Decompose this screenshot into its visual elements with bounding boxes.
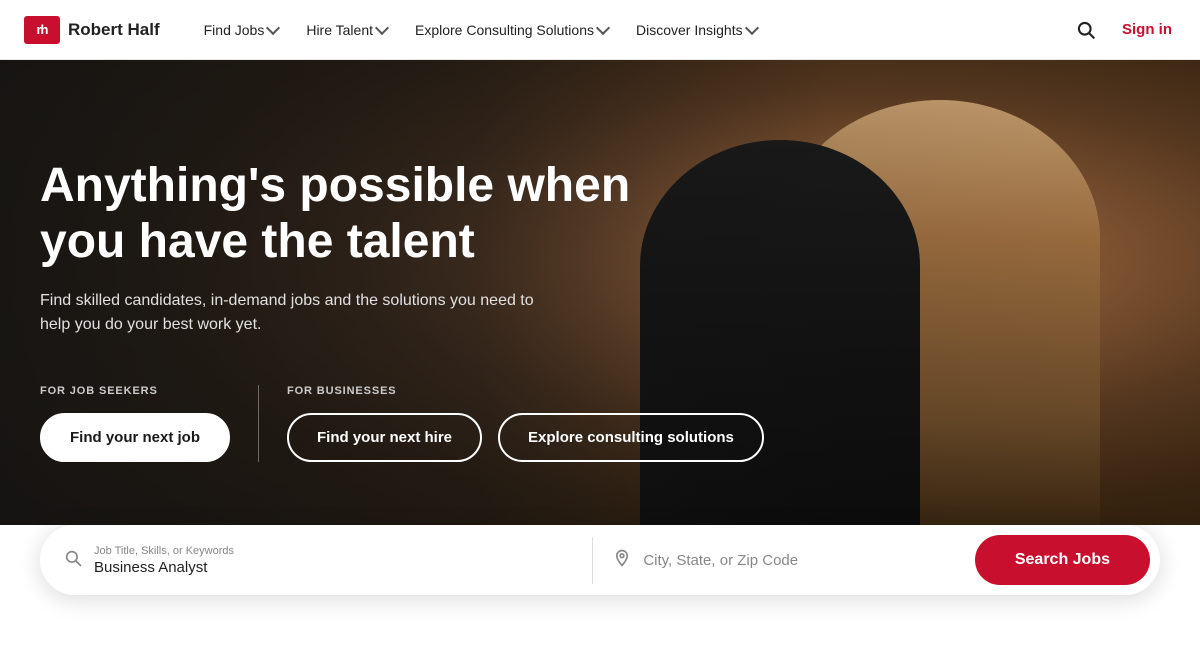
hero-content: Anything's possible when you have the ta… [0, 60, 1200, 560]
hero-subtext: Find skilled candidates, in-demand jobs … [40, 289, 560, 337]
job-search-field[interactable]: Job Title, Skills, or Keywords Business … [60, 537, 593, 584]
job-field-inner: Job Title, Skills, or Keywords Business … [94, 545, 234, 576]
hero-cta-row: FOR JOB SEEKERS Find your next job FOR B… [40, 385, 1160, 462]
find-next-hire-button[interactable]: Find your next hire [287, 413, 482, 462]
for-job-seekers-label: FOR JOB SEEKERS [40, 385, 230, 397]
logo-area[interactable]: rh Robert Half [24, 16, 160, 44]
main-nav: Find Jobs Hire Talent Explore Consulting… [192, 14, 1070, 46]
job-seekers-group: FOR JOB SEEKERS Find your next job [40, 385, 230, 462]
location-placeholder[interactable]: City, State, or Zip Code [643, 552, 798, 569]
cta-divider [258, 385, 259, 462]
location-field[interactable]: City, State, or Zip Code [593, 541, 975, 580]
search-icon [1076, 20, 1096, 40]
for-businesses-label: FOR BUSINESSES [287, 385, 764, 397]
businesses-group: FOR BUSINESSES Find your next hire Explo… [287, 385, 764, 462]
nav-hire-talent[interactable]: Hire Talent [294, 14, 399, 46]
search-bar-section: Job Title, Skills, or Keywords Business … [0, 525, 1200, 595]
job-field-label: Job Title, Skills, or Keywords [94, 545, 234, 557]
chevron-down-icon [596, 21, 610, 35]
logo-icon: rh [24, 16, 60, 44]
sign-in-button[interactable]: Sign in [1118, 15, 1176, 44]
brand-name: Robert Half [68, 20, 160, 40]
search-field-icon [64, 549, 82, 572]
nav-explore-consulting[interactable]: Explore Consulting Solutions [403, 14, 620, 46]
job-field-value[interactable]: Business Analyst [94, 559, 234, 576]
site-header: rh Robert Half Find Jobs Hire Talent Exp… [0, 0, 1200, 60]
chevron-down-icon [266, 21, 280, 35]
nav-discover-insights[interactable]: Discover Insights [624, 14, 769, 46]
header-actions: Sign in [1070, 14, 1176, 46]
nav-find-jobs[interactable]: Find Jobs [192, 14, 291, 46]
find-next-job-button[interactable]: Find your next job [40, 413, 230, 462]
business-buttons-row: Find your next hire Explore consulting s… [287, 413, 764, 462]
chevron-down-icon [375, 21, 389, 35]
search-jobs-button[interactable]: Search Jobs [975, 535, 1150, 585]
explore-consulting-button[interactable]: Explore consulting solutions [498, 413, 764, 462]
search-icon-button[interactable] [1070, 14, 1102, 46]
hero-section: Anything's possible when you have the ta… [0, 60, 1200, 560]
location-icon [613, 549, 631, 572]
chevron-down-icon [745, 21, 759, 35]
search-bar-container: Job Title, Skills, or Keywords Business … [40, 525, 1160, 595]
hero-headline: Anything's possible when you have the ta… [40, 158, 660, 268]
